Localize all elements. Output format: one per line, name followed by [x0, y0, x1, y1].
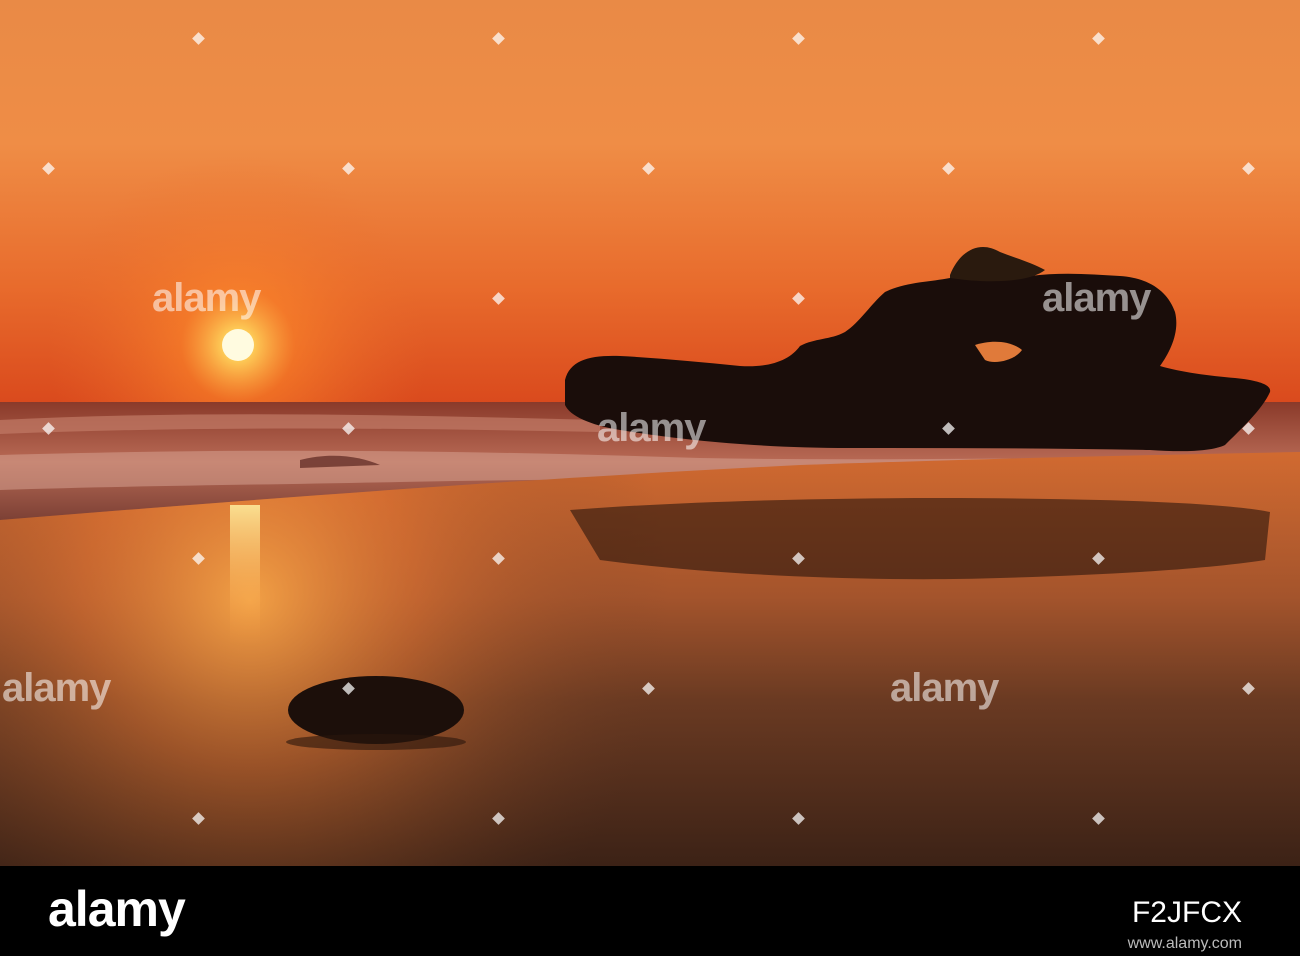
foreground-stone	[288, 676, 464, 744]
footer-logo: alamy	[48, 881, 186, 937]
site-url: www.alamy.com	[1127, 935, 1242, 952]
image-id: F2JFCX	[1131, 896, 1242, 929]
sun	[222, 329, 254, 361]
stone-shadow	[286, 734, 466, 750]
rock-reflection	[570, 498, 1270, 580]
photo-canvas	[0, 0, 1300, 866]
watermark-footer: alamy F2JFCX www.alamy.com	[0, 866, 1300, 956]
sunset-beach-photo: alamy alamy alamy alamy alamy	[0, 0, 1300, 866]
sun-reflection	[230, 505, 260, 645]
